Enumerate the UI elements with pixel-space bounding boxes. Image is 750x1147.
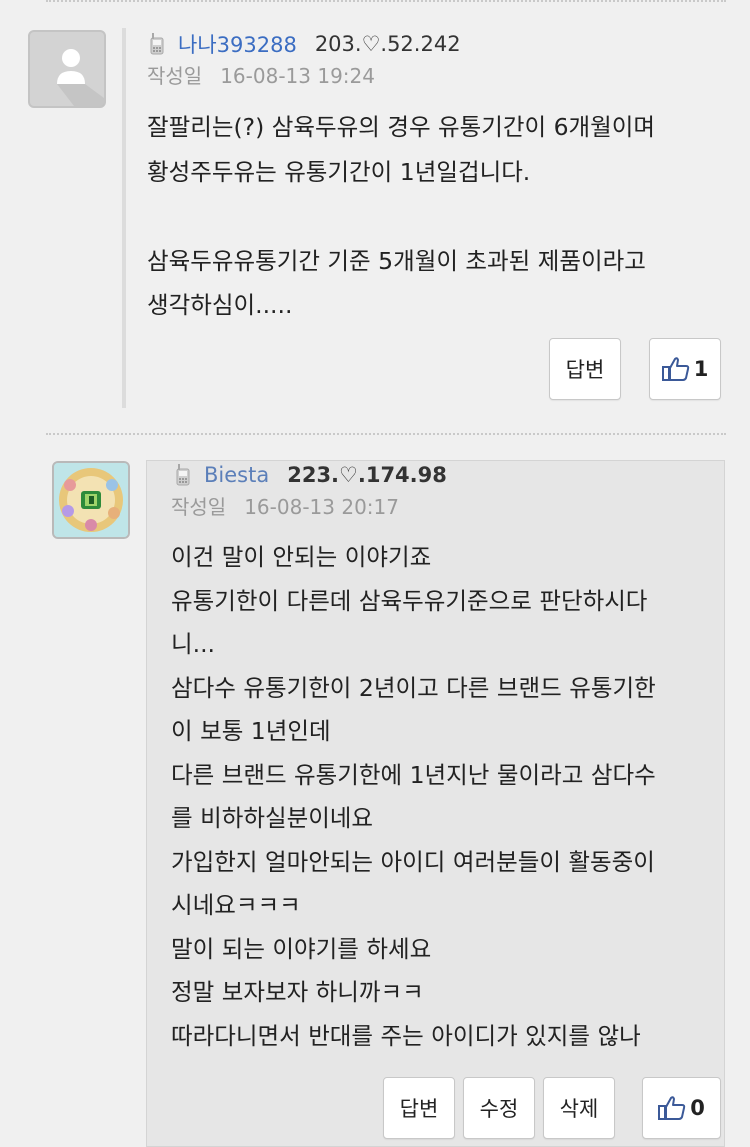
divider xyxy=(46,433,726,435)
reply-button-label: 답변 xyxy=(565,358,605,382)
reply-button[interactable]: 답변 xyxy=(383,1077,455,1139)
comment-line: 이건 말이 안되는 이야기죠 xyxy=(171,543,432,571)
like-count: 0 xyxy=(690,1096,705,1120)
comment-meta: 나나393288 203.♡.52.242 xyxy=(150,30,461,58)
comment-line: 이 보통 1년인데 xyxy=(171,717,331,745)
comment-line: 생각하심이..... xyxy=(147,291,293,319)
like-button[interactable]: 1 xyxy=(649,338,721,400)
nickname-link[interactable]: Biesta xyxy=(204,463,269,487)
edit-button[interactable]: 수정 xyxy=(463,1077,535,1139)
divider-top xyxy=(46,0,726,2)
nickname-link[interactable]: 나나393288 xyxy=(178,29,297,59)
mobile-phone-icon xyxy=(150,33,164,55)
comment-date: 작성일 16-08-13 19:24 xyxy=(147,60,375,89)
comment-line: 유통기한이 다른데 삼육두유기준으로 판단하시다 xyxy=(171,586,648,615)
comment-line: 시네요ㅋㅋㅋ xyxy=(171,891,301,919)
like-count: 1 xyxy=(693,357,709,381)
comment-line: 말이 되는 이야기를 하세요 xyxy=(171,934,432,963)
mobile-phone-icon xyxy=(176,464,190,486)
comment-line: 삼육두유유통기간 기준 5개월이 초과된 제품이라고 xyxy=(147,246,646,275)
comment-line: 니... xyxy=(171,630,216,658)
delete-button-label: 삭제 xyxy=(559,1097,599,1121)
date-label: 작성일 xyxy=(147,64,203,88)
comment-line: 를 비하하실분이네요 xyxy=(171,804,374,832)
avatar[interactable] xyxy=(52,461,130,539)
user-avatar-image xyxy=(54,463,128,537)
ip-address: 223.♡.174.98 xyxy=(287,463,447,487)
comment-line: 따라다니면서 반대를 주는 아이디가 있지를 않나 xyxy=(171,1021,641,1050)
avatar[interactable] xyxy=(28,30,106,108)
comment-line: 황성주두유는 유통기간이 1년일겁니다. xyxy=(147,157,531,186)
date-value: 16-08-13 19:24 xyxy=(220,64,375,88)
like-button[interactable]: 0 xyxy=(642,1077,721,1139)
comment-meta: Biesta 223.♡.174.98 xyxy=(176,461,447,489)
comment-line: 정말 보자보자 하니까ㅋㅋ xyxy=(171,978,424,1006)
delete-button[interactable]: 삭제 xyxy=(543,1077,615,1139)
thread-bar xyxy=(122,28,126,408)
comment-line: 가입한지 얼마안되는 아이디 여러분들이 활동중이 xyxy=(171,847,655,876)
comment-line xyxy=(147,194,655,239)
comment-line: 잘팔리는(?) 삼육두유의 경우 유통기간이 6개월이며 xyxy=(147,113,656,141)
thumbs-up-icon xyxy=(658,1096,686,1120)
date-value: 16-08-13 20:17 xyxy=(244,495,399,519)
comment-line: 다른 브랜드 유통기한에 1년지난 물이라고 삼다수 xyxy=(171,760,656,789)
thumbs-up-icon xyxy=(661,357,689,381)
user-silhouette-icon xyxy=(57,49,104,106)
comment-date: 작성일 16-08-13 20:17 xyxy=(171,491,399,520)
date-label: 작성일 xyxy=(171,495,227,519)
reply-button-label: 답변 xyxy=(399,1097,439,1121)
reply-button[interactable]: 답변 xyxy=(549,338,621,400)
comment-body: 잘팔리는(?) 삼육두유의 경우 유통기간이 6개월이며 황성주두유는 유통기간… xyxy=(147,105,655,328)
comment-body: 이건 말이 안되는 이야기죠 유통기한이 다른데 삼육두유기준으로 판단하시다 … xyxy=(171,536,656,1058)
ip-address: 203.♡.52.242 xyxy=(314,32,461,56)
comment-line: 삼다수 유통기한이 2년이고 다른 브랜드 유통기한 xyxy=(171,673,656,702)
edit-button-label: 수정 xyxy=(479,1097,519,1121)
